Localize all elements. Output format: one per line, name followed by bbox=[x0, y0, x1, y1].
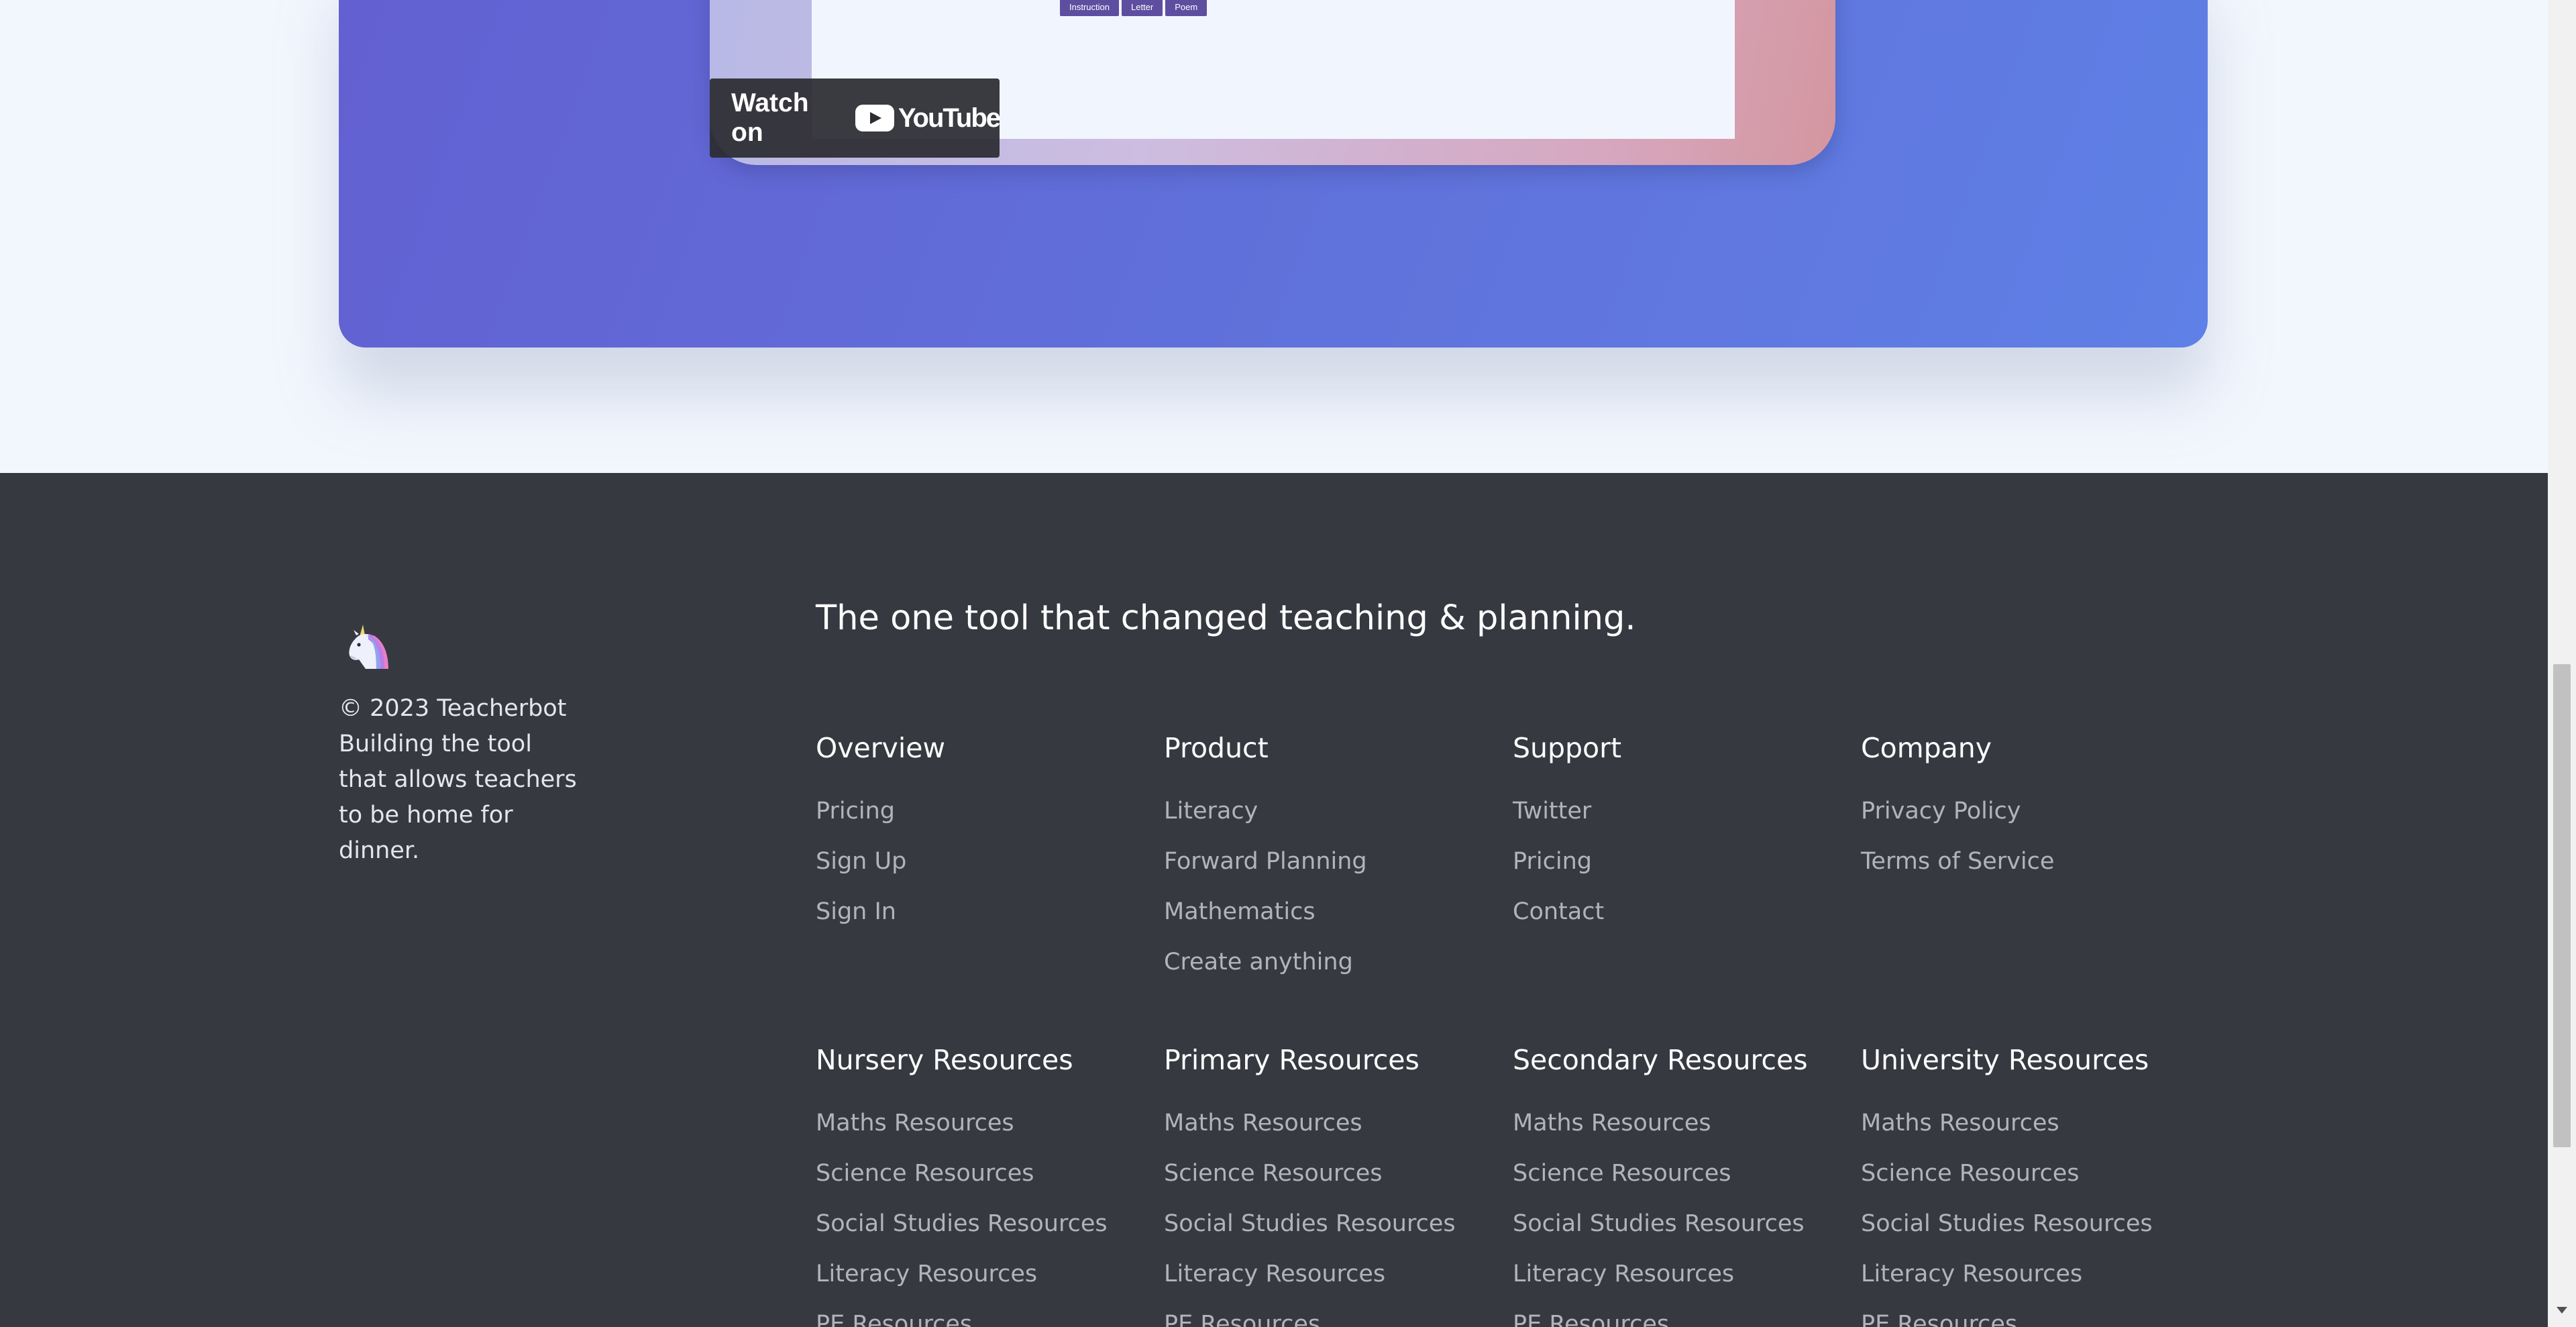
pill-poem: Poem bbox=[1165, 0, 1208, 16]
footer-column-support: Support Twitter Pricing Contact bbox=[1513, 731, 1848, 948]
column-title: Overview bbox=[816, 732, 946, 764]
footer-link-literacy-resources[interactable]: Literacy Resources bbox=[1164, 1260, 1499, 1310]
column-title: Company bbox=[1861, 732, 1992, 764]
watch-on-youtube-button[interactable]: Watch on YouTube bbox=[710, 78, 1001, 158]
column-title: Primary Resources bbox=[1164, 1044, 1419, 1076]
footer-link-sign-up[interactable]: Sign Up bbox=[816, 847, 1151, 898]
scroll-down-arrow-icon[interactable] bbox=[2557, 1307, 2567, 1314]
footer-link-create-anything[interactable]: Create anything bbox=[1164, 948, 1499, 998]
footer-column-product: Product Literacy Forward Planning Mathem… bbox=[1164, 731, 1499, 998]
vertical-scrollbar[interactable] bbox=[2548, 0, 2576, 1327]
footer-link-maths-resources[interactable]: Maths Resources bbox=[1861, 1109, 2196, 1159]
footer-link-social-studies-resources[interactable]: Social Studies Resources bbox=[816, 1210, 1151, 1260]
youtube-wordmark: YouTube bbox=[898, 103, 1001, 133]
footer-link-literacy-resources[interactable]: Literacy Resources bbox=[1861, 1260, 2196, 1310]
footer-link-social-studies-resources[interactable]: Social Studies Resources bbox=[1164, 1210, 1499, 1260]
column-title: Secondary Resources bbox=[1513, 1044, 1808, 1076]
column-links: Maths Resources Science Resources Social… bbox=[1861, 1109, 2196, 1327]
footer-link-science-resources[interactable]: Science Resources bbox=[816, 1159, 1151, 1210]
footer-link-sign-in[interactable]: Sign In bbox=[816, 898, 1151, 948]
column-links: Pricing Sign Up Sign In bbox=[816, 797, 1151, 948]
pill-instruction: Instruction bbox=[1060, 0, 1119, 16]
column-links: Literacy Forward Planning Mathematics Cr… bbox=[1164, 797, 1499, 998]
watch-on-label: Watch on bbox=[731, 89, 809, 147]
footer-link-science-resources[interactable]: Science Resources bbox=[1861, 1159, 2196, 1210]
footer-link-maths-resources[interactable]: Maths Resources bbox=[1513, 1109, 1848, 1159]
footer-link-literacy[interactable]: Literacy bbox=[1164, 797, 1499, 847]
scrollbar-thumb[interactable] bbox=[2553, 664, 2571, 1147]
footer-link-terms-of-service[interactable]: Terms of Service bbox=[1861, 847, 2196, 898]
footer-link-forward-planning[interactable]: Forward Planning bbox=[1164, 847, 1499, 898]
unicorn-icon[interactable] bbox=[339, 619, 392, 673]
column-links: Maths Resources Science Resources Social… bbox=[816, 1109, 1151, 1327]
footer-brand-text: © 2023 Teacherbot Building the tool that… bbox=[339, 691, 580, 869]
footer-link-science-resources[interactable]: Science Resources bbox=[1164, 1159, 1499, 1210]
video-pill-row: Instruction Letter Poem bbox=[1060, 0, 1208, 16]
column-title: University Resources bbox=[1861, 1044, 2149, 1076]
footer-link-pe-resources[interactable]: PE Resources bbox=[1513, 1310, 1848, 1327]
footer-column-primary-resources: Primary Resources Maths Resources Scienc… bbox=[1164, 1043, 1499, 1327]
footer-link-pe-resources[interactable]: PE Resources bbox=[816, 1310, 1151, 1327]
footer-link-pricing[interactable]: Pricing bbox=[816, 797, 1151, 847]
footer-column-company: Company Privacy Policy Terms of Service bbox=[1861, 731, 2196, 898]
footer-column-overview: Overview Pricing Sign Up Sign In bbox=[816, 731, 1151, 948]
footer-link-science-resources[interactable]: Science Resources bbox=[1513, 1159, 1848, 1210]
pill-letter: Letter bbox=[1121, 0, 1163, 16]
footer-link-maths-resources[interactable]: Maths Resources bbox=[816, 1109, 1151, 1159]
footer-link-pe-resources[interactable]: PE Resources bbox=[1164, 1310, 1499, 1327]
column-links: Maths Resources Science Resources Social… bbox=[1164, 1109, 1499, 1327]
column-title: Product bbox=[1164, 732, 1269, 764]
footer-tagline: The one tool that changed teaching & pla… bbox=[816, 598, 1636, 638]
brand-description: Building the tool that allows teachers t… bbox=[339, 731, 577, 864]
youtube-play-icon bbox=[855, 105, 894, 131]
column-title: Support bbox=[1513, 732, 1622, 764]
footer-link-social-studies-resources[interactable]: Social Studies Resources bbox=[1861, 1210, 2196, 1260]
footer-column-secondary-resources: Secondary Resources Maths Resources Scie… bbox=[1513, 1043, 1848, 1327]
footer-link-social-studies-resources[interactable]: Social Studies Resources bbox=[1513, 1210, 1848, 1260]
footer-column-university-resources: University Resources Maths Resources Sci… bbox=[1861, 1043, 2196, 1327]
footer-link-mathematics[interactable]: Mathematics bbox=[1164, 898, 1499, 948]
footer-brand: © 2023 Teacherbot Building the tool that… bbox=[339, 619, 580, 869]
footer-link-contact[interactable]: Contact bbox=[1513, 898, 1848, 948]
footer-link-literacy-resources[interactable]: Literacy Resources bbox=[1513, 1260, 1848, 1310]
footer-link-pe-resources[interactable]: PE Resources bbox=[1861, 1310, 2196, 1327]
footer-column-nursery-resources: Nursery Resources Maths Resources Scienc… bbox=[816, 1043, 1151, 1327]
column-links: Maths Resources Science Resources Social… bbox=[1513, 1109, 1848, 1327]
column-title: Nursery Resources bbox=[816, 1044, 1073, 1076]
youtube-logo: YouTube bbox=[855, 103, 1001, 134]
site-footer: © 2023 Teacherbot Building the tool that… bbox=[0, 473, 2548, 1327]
column-links: Twitter Pricing Contact bbox=[1513, 797, 1848, 948]
footer-link-maths-resources[interactable]: Maths Resources bbox=[1164, 1109, 1499, 1159]
footer-link-privacy-policy[interactable]: Privacy Policy bbox=[1861, 797, 2196, 847]
footer-link-twitter[interactable]: Twitter bbox=[1513, 797, 1848, 847]
page: Instruction Letter Poem Watch on YouTube… bbox=[0, 0, 2548, 1327]
footer-link-literacy-resources[interactable]: Literacy Resources bbox=[816, 1260, 1151, 1310]
footer-link-pricing[interactable]: Pricing bbox=[1513, 847, 1848, 898]
column-links: Privacy Policy Terms of Service bbox=[1861, 797, 2196, 898]
copyright-text: © 2023 Teacherbot bbox=[339, 695, 567, 722]
